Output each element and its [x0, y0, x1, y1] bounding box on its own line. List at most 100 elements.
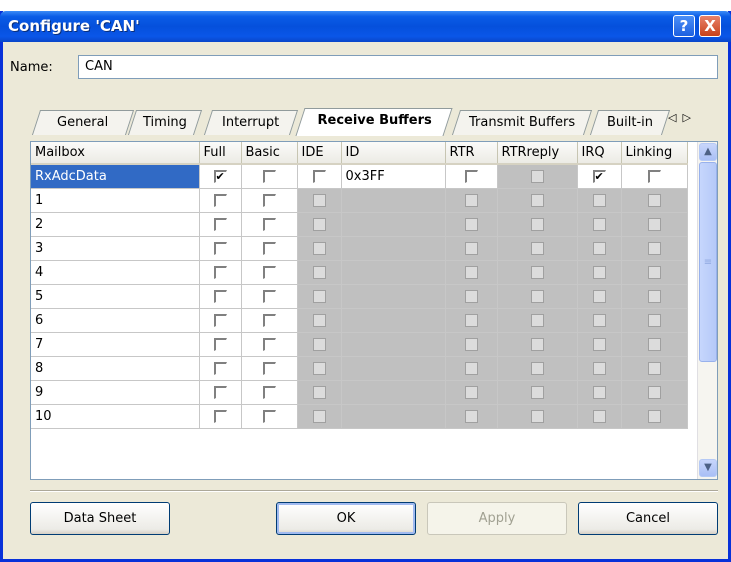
- mailbox-cell[interactable]: 9: [31, 380, 200, 405]
- full-cell[interactable]: [199, 188, 242, 213]
- column-header-full[interactable]: Full: [199, 142, 242, 165]
- basic-checkbox[interactable]: [262, 241, 276, 255]
- full-checkbox[interactable]: [213, 289, 227, 303]
- full-cell[interactable]: [199, 260, 242, 285]
- tab-transmit-buffers[interactable]: Transmit Buffers: [451, 110, 593, 135]
- tab-scroll-left-icon[interactable]: ◁: [668, 111, 682, 124]
- basic-checkbox[interactable]: [262, 409, 276, 423]
- basic-cell[interactable]: [241, 236, 298, 261]
- linking-cell[interactable]: [621, 164, 688, 189]
- basic-checkbox[interactable]: [262, 169, 276, 183]
- column-header-ide[interactable]: IDE: [297, 142, 342, 165]
- basic-cell[interactable]: [241, 356, 298, 381]
- vertical-scrollbar[interactable]: ▲ ≡ ▼: [697, 142, 717, 479]
- linking-checkbox[interactable]: [647, 169, 661, 183]
- title-bar[interactable]: Configure 'CAN' ? X: [0, 11, 731, 42]
- basic-checkbox[interactable]: [262, 193, 276, 207]
- tab-built-in[interactable]: Built-in: [589, 110, 671, 135]
- full-checkbox[interactable]: [213, 385, 227, 399]
- full-cell[interactable]: [199, 212, 242, 237]
- rtr-checkbox[interactable]: [464, 169, 478, 183]
- tab-scroll-right-icon[interactable]: ▷: [682, 111, 696, 124]
- full-cell[interactable]: [199, 356, 242, 381]
- column-header-mailbox[interactable]: Mailbox: [31, 142, 200, 165]
- full-checkbox[interactable]: [213, 241, 227, 255]
- mailbox-cell[interactable]: 1: [31, 188, 200, 213]
- scroll-thumb[interactable]: ≡: [699, 162, 717, 362]
- column-header-basic[interactable]: Basic: [241, 142, 298, 165]
- irq-cell[interactable]: [577, 164, 622, 189]
- table-row[interactable]: 2: [31, 212, 688, 237]
- column-header-rtr[interactable]: RTR: [445, 142, 498, 165]
- mailbox-cell[interactable]: 6: [31, 308, 200, 333]
- mailbox-cell[interactable]: 8: [31, 356, 200, 381]
- basic-checkbox[interactable]: [262, 217, 276, 231]
- irq-checkbox[interactable]: [592, 169, 606, 183]
- full-checkbox[interactable]: [213, 193, 227, 207]
- table-row[interactable]: RxAdcData 0x3FF: [31, 164, 688, 189]
- table-row[interactable]: 4: [31, 260, 688, 285]
- basic-cell[interactable]: [241, 188, 298, 213]
- basic-cell[interactable]: [241, 260, 298, 285]
- mailbox-cell[interactable]: 2: [31, 212, 200, 237]
- close-button[interactable]: X: [699, 15, 721, 37]
- full-cell[interactable]: [199, 308, 242, 333]
- full-checkbox[interactable]: [213, 409, 227, 423]
- id-cell[interactable]: 0x3FF: [341, 164, 446, 189]
- table-row[interactable]: 1: [31, 188, 688, 213]
- scroll-down-icon[interactable]: ▼: [699, 459, 717, 477]
- full-cell[interactable]: [199, 332, 242, 357]
- mailbox-cell[interactable]: 10: [31, 404, 200, 429]
- mailbox-cell[interactable]: RxAdcData: [31, 164, 200, 189]
- help-button[interactable]: ?: [673, 15, 695, 37]
- full-cell[interactable]: [199, 164, 242, 189]
- full-checkbox[interactable]: [213, 265, 227, 279]
- mailbox-cell[interactable]: 4: [31, 260, 200, 285]
- basic-checkbox[interactable]: [262, 361, 276, 375]
- basic-cell[interactable]: [241, 380, 298, 405]
- name-input[interactable]: CAN: [78, 55, 718, 79]
- basic-cell[interactable]: [241, 212, 298, 237]
- mailbox-cell[interactable]: 3: [31, 236, 200, 261]
- table-row[interactable]: 7: [31, 332, 688, 357]
- tab-receive-buffers[interactable]: Receive Buffers: [295, 108, 453, 136]
- column-header-id[interactable]: ID: [341, 142, 446, 165]
- basic-cell[interactable]: [241, 164, 298, 189]
- table-row[interactable]: 9: [31, 380, 688, 405]
- full-checkbox[interactable]: [213, 169, 227, 183]
- full-checkbox[interactable]: [213, 313, 227, 327]
- table-row[interactable]: 3: [31, 236, 688, 261]
- mailbox-cell[interactable]: 5: [31, 284, 200, 309]
- basic-checkbox[interactable]: [262, 265, 276, 279]
- column-header-linking[interactable]: Linking: [621, 142, 688, 165]
- basic-checkbox[interactable]: [262, 385, 276, 399]
- full-checkbox[interactable]: [213, 217, 227, 231]
- table-row[interactable]: 6: [31, 308, 688, 333]
- mailbox-cell[interactable]: 7: [31, 332, 200, 357]
- table-row[interactable]: 5: [31, 284, 688, 309]
- tab-interrupt[interactable]: Interrupt: [203, 110, 299, 135]
- table-row[interactable]: 10: [31, 404, 688, 429]
- data-sheet-button[interactable]: Data Sheet: [30, 502, 170, 535]
- full-checkbox[interactable]: [213, 361, 227, 375]
- ide-cell[interactable]: [297, 164, 342, 189]
- scroll-up-icon[interactable]: ▲: [699, 143, 717, 161]
- basic-checkbox[interactable]: [262, 337, 276, 351]
- full-checkbox[interactable]: [213, 337, 227, 351]
- full-cell[interactable]: [199, 404, 242, 429]
- basic-cell[interactable]: [241, 332, 298, 357]
- cancel-button[interactable]: Cancel: [578, 502, 718, 535]
- full-cell[interactable]: [199, 284, 242, 309]
- basic-cell[interactable]: [241, 404, 298, 429]
- column-header-irq[interactable]: IRQ: [577, 142, 622, 165]
- table-row[interactable]: 8: [31, 356, 688, 381]
- basic-cell[interactable]: [241, 308, 298, 333]
- ok-button[interactable]: OK: [276, 502, 416, 535]
- tab-general[interactable]: General: [31, 110, 135, 135]
- basic-cell[interactable]: [241, 284, 298, 309]
- full-cell[interactable]: [199, 236, 242, 261]
- column-header-rtrreply[interactable]: RTRreply: [497, 142, 578, 165]
- ide-checkbox[interactable]: [312, 169, 326, 183]
- basic-checkbox[interactable]: [262, 289, 276, 303]
- full-cell[interactable]: [199, 380, 242, 405]
